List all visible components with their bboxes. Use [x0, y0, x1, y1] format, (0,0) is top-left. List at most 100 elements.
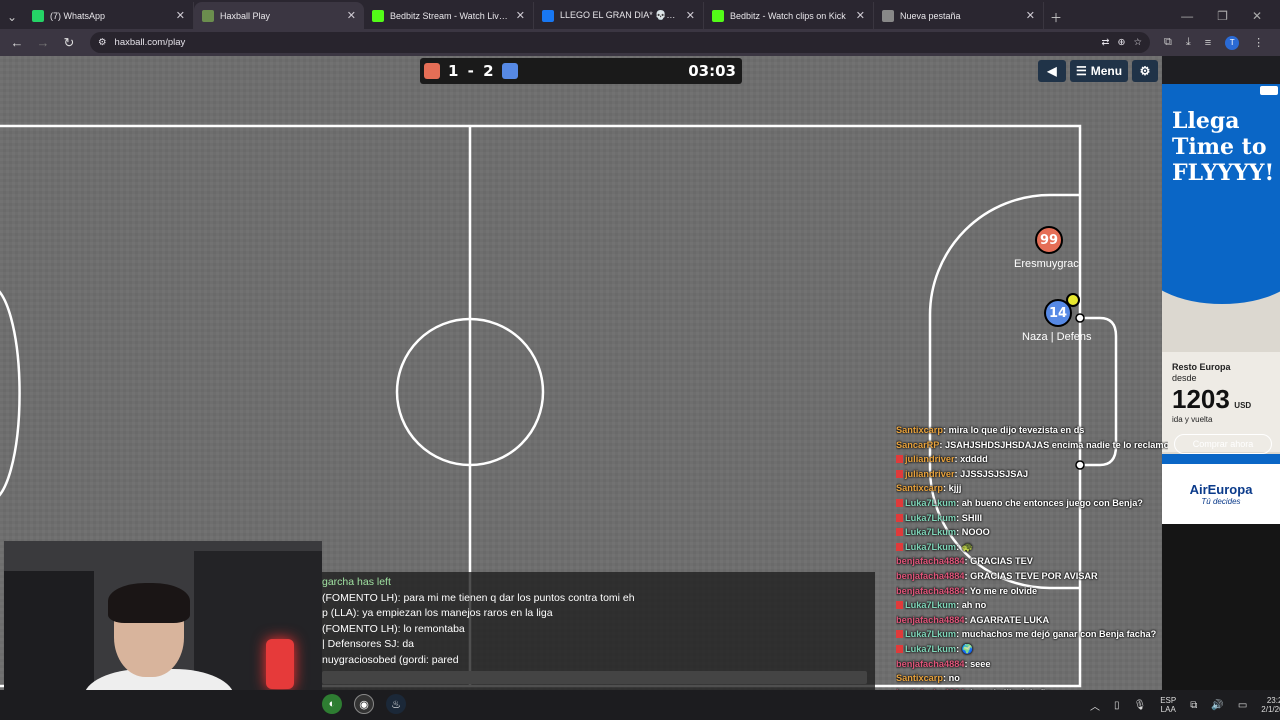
extensions-icon[interactable]: ⧉	[1164, 36, 1172, 49]
reload-button[interactable]: ↻	[58, 32, 80, 54]
zoom-icon[interactable]: ⊕	[1118, 37, 1126, 48]
chat-username[interactable]: Luka7Lkum	[905, 629, 956, 639]
sub-badge-icon	[896, 644, 903, 653]
side-panel	[1162, 524, 1280, 690]
chat-username[interactable]: Luka7Lkum	[905, 498, 956, 508]
ad-brand: AirEuropa Tú decides	[1162, 464, 1280, 524]
window-controls: — ❐ ✕	[1181, 2, 1280, 29]
volume-icon[interactable]: 🔊	[1211, 700, 1223, 711]
game-chat-input[interactable]	[322, 671, 867, 684]
tab-close-icon[interactable]: ✕	[516, 9, 525, 22]
sound-button[interactable]: ◀	[1038, 60, 1066, 82]
chat-username[interactable]: Santixcarp	[896, 483, 943, 493]
translate-icon[interactable]: ⇄	[1102, 37, 1110, 48]
chat-username[interactable]: benjafacha4884	[896, 586, 964, 596]
chat-username[interactable]: Santixcarp	[896, 425, 943, 435]
chat-text: ah no	[961, 600, 987, 611]
browser-tab[interactable]: Haxball Play ✕	[194, 2, 364, 29]
game-chat-line: garcha has left	[322, 576, 391, 588]
browser-tab[interactable]: Nueva pestaña ✕	[874, 2, 1044, 29]
clock[interactable]: 23:21 2/1/2026	[1261, 696, 1280, 714]
webcam-red-lamp	[266, 639, 294, 689]
tab-close-icon[interactable]: ✕	[856, 9, 865, 22]
stream-chat-message: Luka7Lkum: 🌍	[896, 642, 1168, 657]
tab-close-icon[interactable]: ✕	[686, 9, 695, 22]
chat-username[interactable]: benjafacha4884	[896, 659, 964, 669]
reading-list-icon[interactable]: ≡	[1205, 37, 1211, 49]
browser-tab[interactable]: Bedbitz Stream - Watch Live on Kick ✕	[364, 2, 534, 29]
tab-title: Bedbitz Stream - Watch Live on Kick	[390, 10, 510, 21]
url-field[interactable]: ⚙ haxball.com/play ⇄ ⊕ ☆	[90, 32, 1150, 53]
microphone-icon[interactable]: 🎙	[1134, 700, 1147, 711]
haxball-icon	[202, 9, 214, 22]
chat-text: mira lo que dijo tevezista en ds	[948, 425, 1085, 435]
whatsapp-taskbar-icon[interactable]: ◐	[322, 694, 342, 714]
settings-button[interactable]: ⚙	[1132, 60, 1158, 82]
browser-tab[interactable]: Bedbitz - Watch clips on Kick ✕	[704, 2, 874, 29]
ad-sub2: desde	[1172, 373, 1197, 383]
red-team-swatch	[424, 63, 440, 79]
stream-chat-message: benjafacha4884: AGARRATE LUKA	[896, 613, 1168, 628]
tab-search-icon[interactable]: ⌄	[0, 5, 24, 29]
browser-tab[interactable]: (7) WhatsApp ✕	[24, 2, 194, 29]
chat-username[interactable]: Santixcarp	[896, 673, 943, 683]
ad-choices-icon[interactable]	[1260, 86, 1278, 95]
ad-brand-name: AirEuropa	[1189, 482, 1253, 497]
score-red: 1	[448, 62, 459, 80]
game-chat-line: (FOMENTO LH): para mi me tienen q dar lo…	[322, 591, 635, 604]
maximize-icon[interactable]: ❐	[1217, 9, 1228, 23]
kick-icon	[712, 9, 724, 22]
ad-headline: Llega Time to FLYYYY!	[1172, 108, 1275, 186]
game-chat: garcha has left (FOMENTO LH): para mi me …	[322, 572, 875, 690]
chat-username[interactable]: SancarRP	[896, 440, 939, 450]
chat-username[interactable]: Luka7Lkum	[905, 542, 956, 552]
sub-badge-icon	[896, 455, 903, 464]
ad-buy-button[interactable]: Comprar ahora	[1174, 434, 1272, 454]
usb-icon[interactable]: ▯	[1114, 700, 1120, 711]
whatsapp-icon	[32, 9, 44, 22]
download-icon[interactable]: ⤓	[1186, 36, 1191, 49]
battery-icon[interactable]: ▭	[1238, 700, 1247, 711]
chat-username[interactable]: juliandriver	[905, 469, 955, 479]
tab-close-icon[interactable]: ✕	[1026, 9, 1035, 22]
menu-button[interactable]: ☰ Menu	[1070, 60, 1128, 82]
back-button[interactable]: ←	[6, 32, 28, 54]
browser-tab[interactable]: LLEGO EL GRAN DIA* 💀🙌🤌🔥 ✕	[534, 2, 704, 29]
player-number: 99	[1039, 232, 1059, 248]
bookmark-star-icon[interactable]: ☆	[1133, 37, 1142, 48]
tray-chevron-icon[interactable]: ︿	[1090, 698, 1100, 713]
score: 1 - 2	[448, 62, 494, 80]
minimize-icon[interactable]: —	[1181, 9, 1193, 23]
chat-username[interactable]: benjafacha4884	[896, 571, 964, 581]
obs-taskbar-icon[interactable]: ◉	[354, 694, 374, 714]
chat-text: GRACIAS TEVE POR AVISAR	[970, 570, 1098, 581]
match-timer: 03:03	[688, 62, 736, 80]
chat-username[interactable]: Luka7Lkum	[905, 600, 956, 610]
stream-chat-overlay: Santixcarp: mira lo que dijo tevezista e…	[896, 423, 1168, 720]
stream-chat-message: SancarRP: JSAHJSHDSJHSDAJAS encima nadie…	[896, 438, 1168, 453]
player-name-label: Naza | Defens	[1022, 331, 1092, 343]
advertisement[interactable]: Llega Time to FLYYYY! Resto Europa desde…	[1162, 84, 1280, 524]
chat-username[interactable]: juliandriver	[905, 454, 955, 464]
chat-username[interactable]: Luka7Lkum	[905, 644, 956, 654]
speaker-icon: ◀	[1047, 64, 1057, 78]
chat-username[interactable]: benjafacha4884	[896, 615, 964, 625]
steam-taskbar-icon[interactable]: ♨	[386, 694, 406, 714]
new-tab-button[interactable]: ＋	[1044, 5, 1068, 29]
close-window-icon[interactable]: ✕	[1252, 9, 1262, 23]
chat-username[interactable]: Luka7Lkum	[905, 527, 956, 537]
network-icon[interactable]: ⧉	[1190, 700, 1197, 711]
tab-close-icon[interactable]: ✕	[176, 9, 185, 22]
system-tray: ︿ ▯ 🎙 ESP LAA ⧉ 🔊 ▭ 23:21 2/1/2026 🔔	[1090, 690, 1280, 720]
profile-avatar[interactable]: T	[1225, 35, 1240, 50]
chat-username[interactable]: benjafacha4884	[896, 556, 964, 566]
score-blue: 2	[483, 62, 494, 80]
forward-button[interactable]: →	[32, 32, 54, 54]
sub-badge-icon	[896, 630, 903, 639]
language-indicator[interactable]: ESP LAA	[1160, 696, 1176, 714]
chrome-icon	[882, 9, 894, 22]
browser-menu-icon[interactable]: ⋮	[1253, 36, 1264, 49]
site-info-icon[interactable]: ⚙	[98, 37, 107, 48]
tab-close-icon[interactable]: ✕	[347, 9, 356, 22]
chat-username[interactable]: Luka7Lkum	[905, 513, 956, 523]
